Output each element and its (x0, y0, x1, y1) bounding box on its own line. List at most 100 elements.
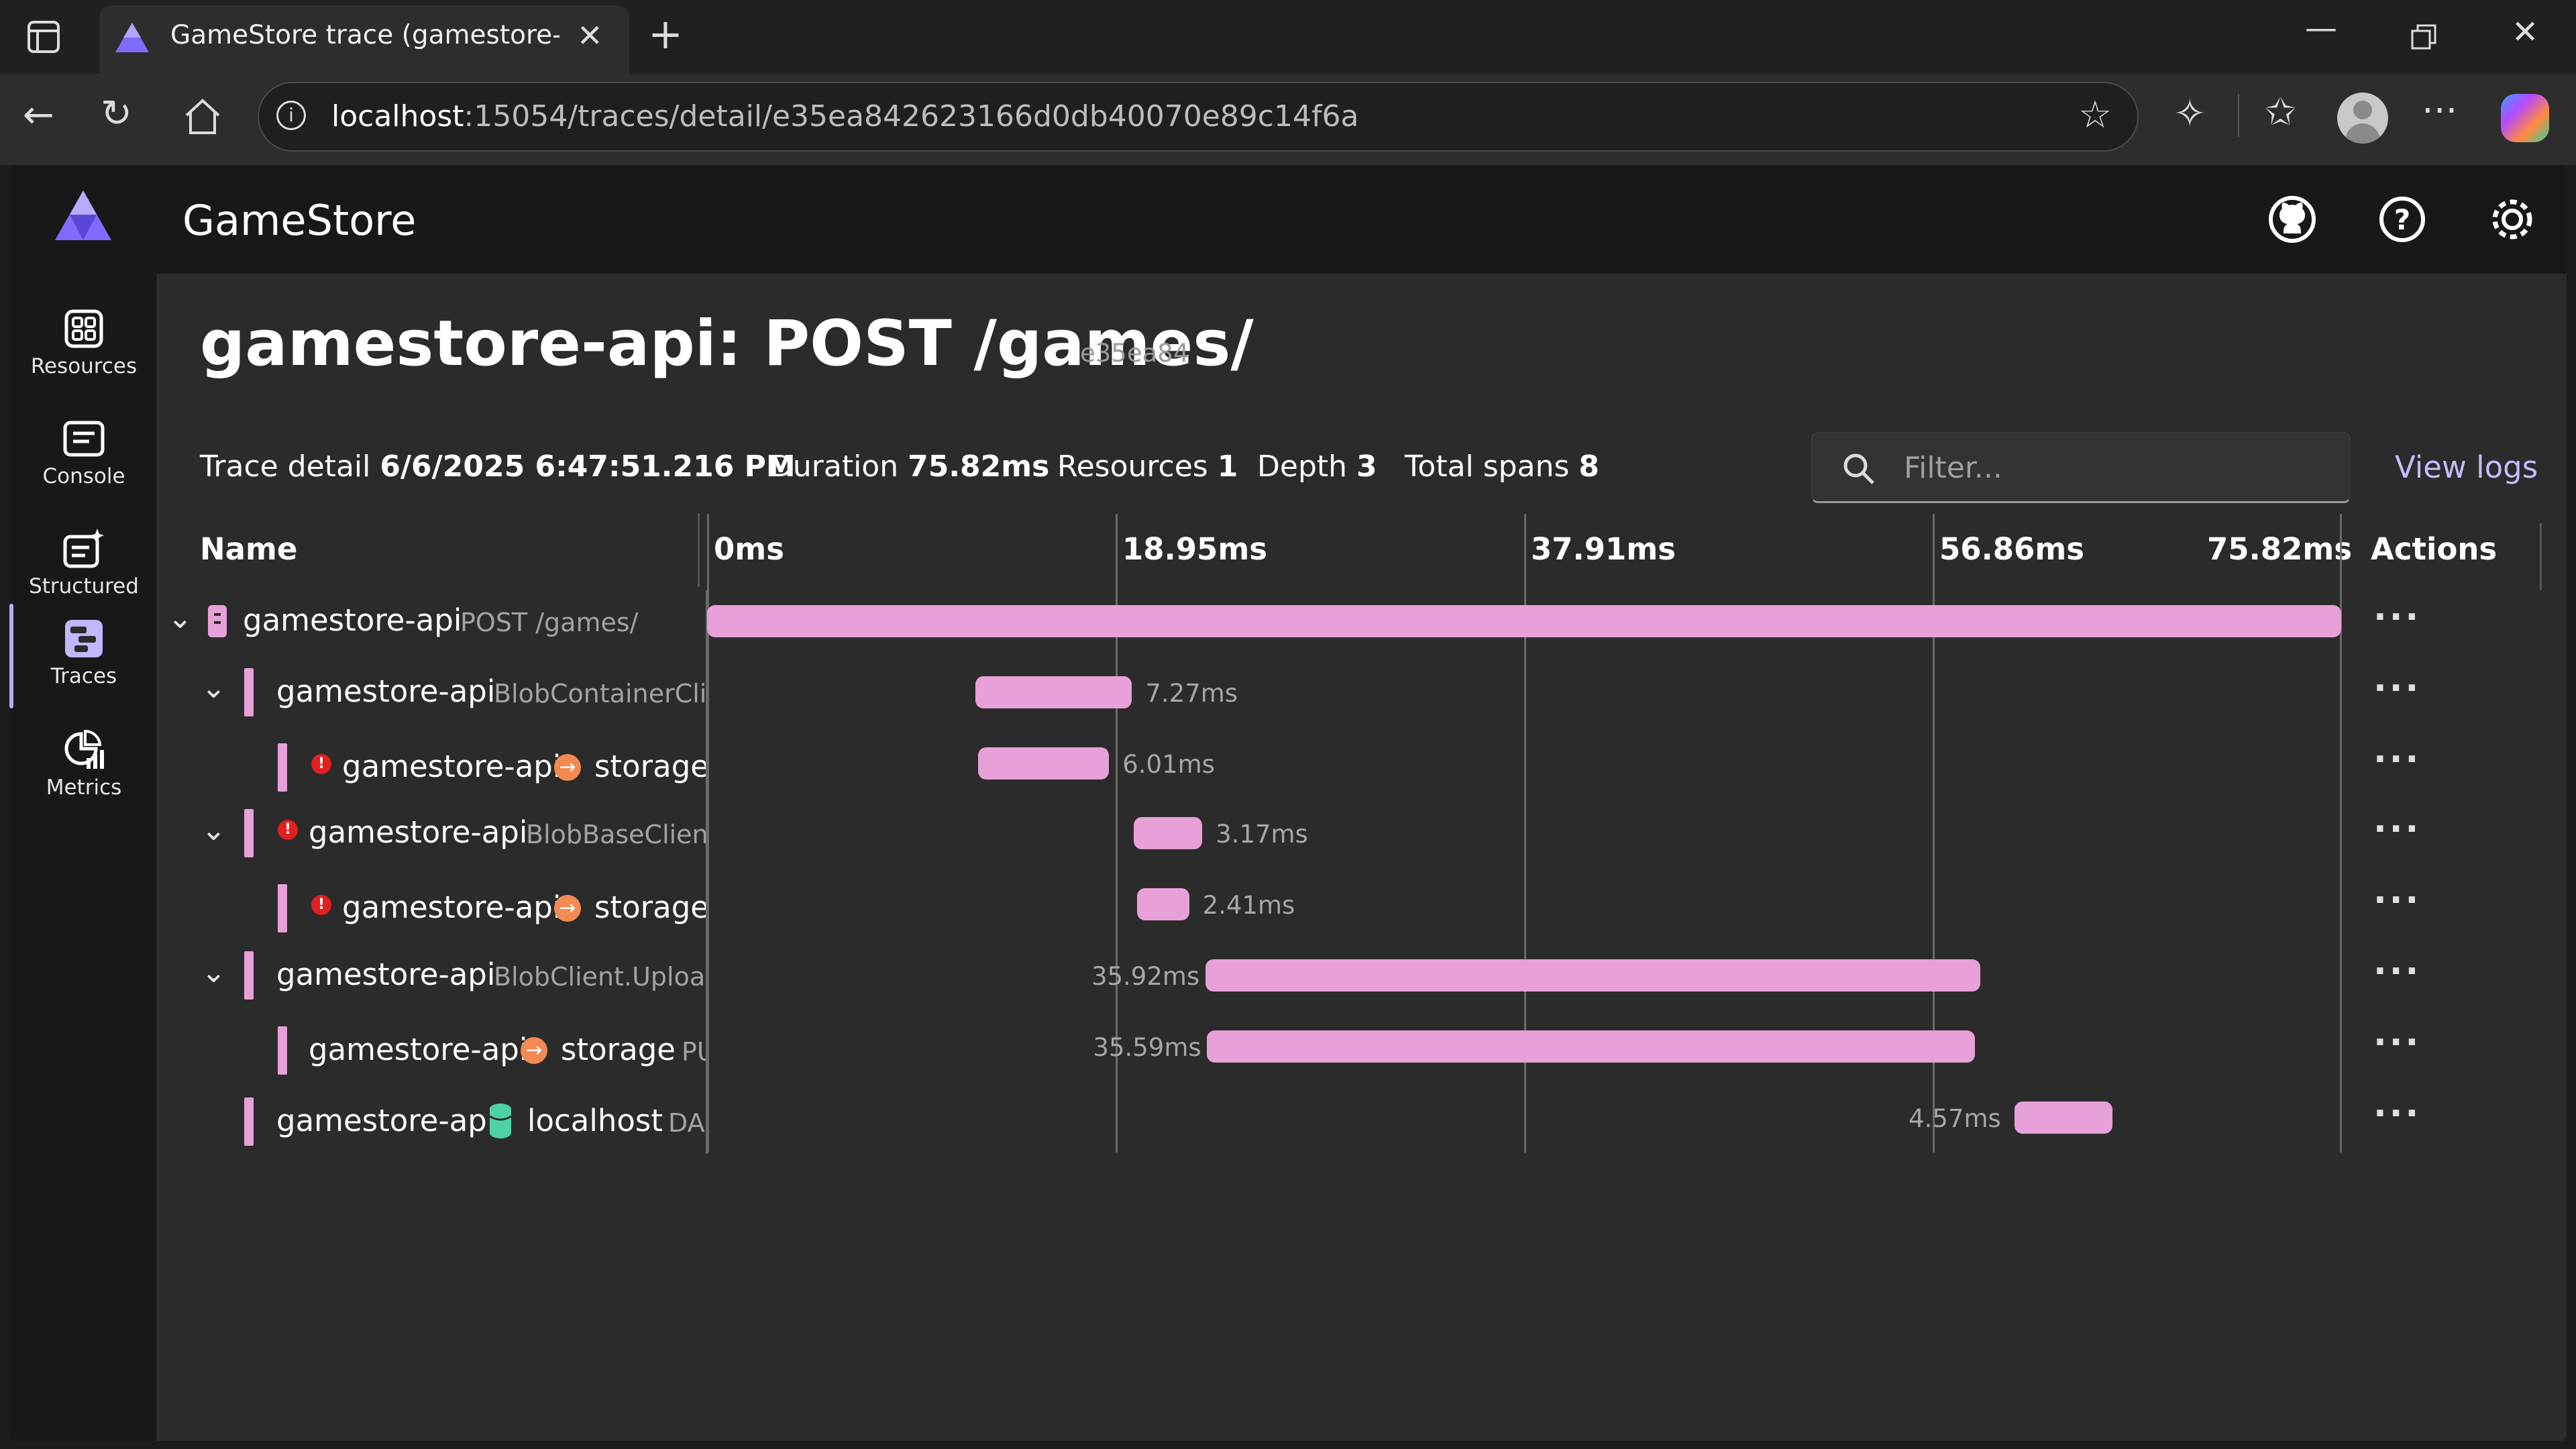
name-column-header[interactable]: Name (200, 531, 297, 567)
nav-label: Console (42, 464, 125, 488)
extensions-icon[interactable]: ✧ (2174, 94, 2206, 133)
error-icon: ! (311, 754, 331, 774)
chevron-down-icon[interactable]: ⌄ (201, 671, 226, 705)
nav-structured[interactable]: Structured (9, 527, 158, 598)
back-icon[interactable]: ← (23, 97, 54, 134)
chevron-down-icon[interactable]: ⌄ (168, 601, 193, 635)
nav-traces[interactable]: Traces (9, 617, 158, 688)
row-actions-menu-icon[interactable]: ··· (2373, 739, 2421, 780)
database-icon (489, 1104, 512, 1138)
tab-title: GameStore trace (gamestore-api: (170, 20, 559, 50)
column-divider (698, 513, 700, 587)
span-duration: 35.59ms (1093, 1033, 1201, 1062)
restore-icon[interactable] (2411, 24, 2438, 51)
console-icon (63, 421, 105, 457)
trace-detail-stat: Trace detail 6/6/2025 6:47:51.216 PM (200, 449, 796, 484)
help-icon[interactable]: ? (2377, 195, 2427, 244)
span-bar[interactable] (1205, 959, 1980, 991)
nav-label: Metrics (46, 775, 122, 800)
favorite-star-icon[interactable]: ☆ (2078, 97, 2112, 134)
close-window-icon[interactable]: ✕ (2512, 16, 2538, 48)
duration-stat: Duration 75.82ms (770, 449, 1050, 484)
structured-icon (63, 529, 104, 568)
row-actions-menu-icon[interactable]: ··· (2373, 668, 2421, 708)
favorites-icon[interactable]: ✩ (2265, 94, 2296, 131)
span-bar[interactable] (978, 747, 1110, 780)
browser-tab[interactable]: GameStore trace (gamestore-api: ✕ (99, 5, 629, 74)
span-service[interactable]: gamestore-api (276, 674, 495, 709)
span-color-bar (244, 951, 254, 1000)
new-tab-icon[interactable]: + (648, 13, 683, 55)
span-service[interactable]: gamestore-api (342, 749, 561, 784)
error-icon: ! (278, 820, 298, 840)
span-operation: BlobContainerClie (494, 679, 706, 708)
span-peer: storage (594, 749, 709, 784)
row-actions-menu-icon[interactable]: ··· (2373, 597, 2421, 637)
sidebar-toggle-icon[interactable] (27, 20, 60, 54)
app-title[interactable]: GameStore (182, 196, 416, 245)
span-bar[interactable] (975, 676, 1132, 708)
tick-label: 18.95ms (1122, 531, 1268, 567)
settings-gear-icon[interactable] (2487, 195, 2537, 244)
span-duration: 4.57ms (1909, 1104, 2001, 1133)
github-icon[interactable] (2267, 195, 2317, 244)
span-bar[interactable] (1207, 1030, 1976, 1063)
span-bar[interactable] (707, 605, 2341, 637)
aspire-logo-icon (115, 23, 149, 52)
url-bar[interactable]: i localhost:15054/traces/detail/e35ea842… (258, 82, 2139, 152)
span-color-bar (278, 743, 287, 792)
nav-resources[interactable]: Resources (9, 307, 158, 378)
span-bar[interactable] (1133, 817, 1203, 849)
column-divider (2540, 523, 2542, 590)
span-service[interactable]: gamestore-api (309, 814, 527, 850)
span-color-bar (244, 1097, 254, 1146)
server-icon (208, 605, 227, 637)
span-operation: POST /games/ (460, 608, 639, 637)
row-actions-menu-icon[interactable]: ··· (2373, 1093, 2421, 1134)
span-service[interactable]: gamestore-api (276, 1103, 495, 1138)
more-options-icon[interactable]: ··· (2422, 93, 2457, 130)
filter-input[interactable]: Filter... (1811, 432, 2351, 503)
row-actions-menu-icon[interactable]: ··· (2373, 1022, 2421, 1063)
span-service[interactable]: gamestore-api (243, 602, 462, 638)
site-info-icon[interactable]: i (276, 101, 306, 130)
traces-icon (65, 620, 103, 657)
span-duration: 6.01ms (1122, 750, 1215, 779)
view-logs-link[interactable]: View logs (2395, 449, 2538, 485)
chevron-down-icon[interactable]: ⌄ (201, 813, 226, 847)
nav-console[interactable]: Console (9, 417, 158, 488)
span-service[interactable]: gamestore-api (342, 890, 561, 925)
aspire-logo-icon[interactable] (54, 189, 113, 243)
copilot-icon[interactable] (2501, 94, 2549, 142)
peer-arrow-icon: → (521, 1037, 547, 1064)
span-operation: BlobClient.Upload (494, 962, 706, 991)
row-actions-menu-icon[interactable]: ··· (2373, 951, 2421, 991)
browser-tab-bar: GameStore trace (gamestore-api: ✕ + — ✕ (0, 0, 2576, 74)
span-duration: 7.27ms (1145, 679, 1238, 708)
sidebar-nav: Resources Console Structured Traces Metr… (9, 274, 158, 1441)
span-bar[interactable] (1136, 888, 1189, 920)
span-duration: 3.17ms (1216, 820, 1308, 849)
profile-avatar[interactable] (2337, 93, 2388, 144)
span-peer: storage (594, 890, 709, 925)
tick-label: 75.82ms (2207, 531, 2353, 567)
span-service[interactable]: gamestore-api (276, 957, 495, 992)
close-tab-icon[interactable]: ✕ (577, 20, 603, 51)
trace-short-id[interactable]: e35ea84 (1080, 339, 1189, 368)
span-service[interactable]: gamestore-api (309, 1032, 527, 1067)
address-bar-row: ← ↻ i localhost:15054/traces/detail/e35e… (0, 74, 2576, 165)
refresh-icon[interactable]: ↻ (101, 95, 132, 133)
actions-column-header[interactable]: Actions (2371, 531, 2497, 567)
row-actions-menu-icon[interactable]: ··· (2373, 809, 2421, 849)
nav-metrics[interactable]: Metrics (9, 729, 158, 800)
row-actions-menu-icon[interactable]: ··· (2373, 880, 2421, 920)
nav-label: Structured (29, 574, 139, 598)
span-bar[interactable] (2014, 1102, 2112, 1134)
peer-arrow-icon: → (554, 895, 581, 922)
chevron-down-icon[interactable]: ⌄ (201, 955, 226, 989)
home-icon[interactable] (184, 98, 221, 136)
resources-icon (64, 309, 103, 348)
app-header: GameStore ? (9, 165, 2567, 274)
minimize-icon[interactable]: — (2305, 12, 2337, 44)
span-peer: storage (561, 1032, 676, 1067)
